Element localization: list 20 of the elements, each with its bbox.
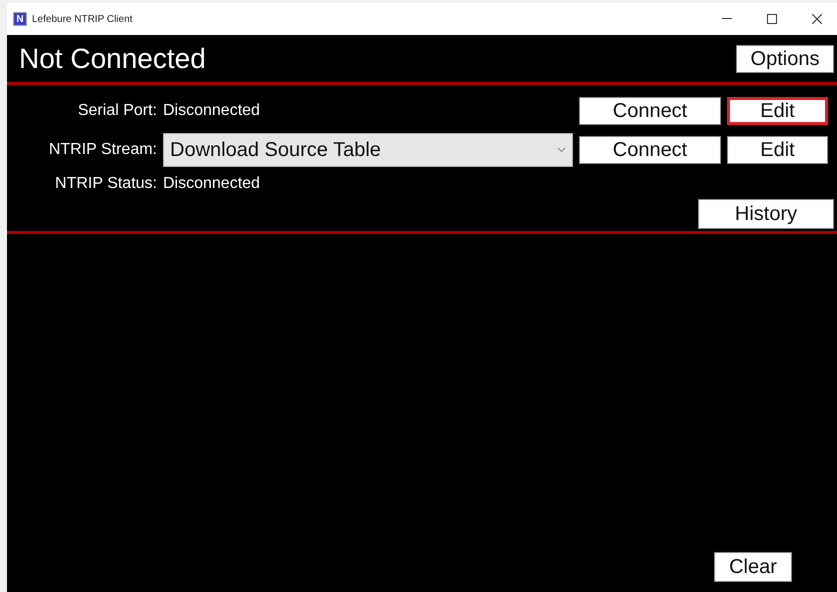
stream-dropdown[interactable]: Download Source Table xyxy=(163,133,573,167)
edit-button[interactable]: Edit xyxy=(727,136,828,164)
app-icon: N xyxy=(13,12,27,26)
window-title: Lefebure NTRIP Client xyxy=(32,14,134,24)
maximize-icon xyxy=(767,14,777,24)
minimize-icon xyxy=(722,18,732,20)
field-label: Serial Port: xyxy=(76,102,157,120)
status-value: Disconnected xyxy=(163,102,261,120)
field-label: NTRIP Stream: xyxy=(48,141,157,159)
chevron-down-icon xyxy=(557,147,566,153)
close-icon xyxy=(812,14,822,24)
history-button[interactable]: History xyxy=(698,199,834,229)
status-value: Disconnected xyxy=(163,175,261,193)
connection-status: Not Connected xyxy=(19,42,206,74)
connect-button[interactable]: Connect xyxy=(579,97,721,125)
connect-button[interactable]: Connect xyxy=(579,136,721,164)
field-label: NTRIP Status: xyxy=(54,175,157,193)
edit-button[interactable]: Edit xyxy=(727,97,828,125)
clear-button[interactable]: Clear xyxy=(714,552,792,582)
options-button[interactable]: Options xyxy=(736,44,834,72)
